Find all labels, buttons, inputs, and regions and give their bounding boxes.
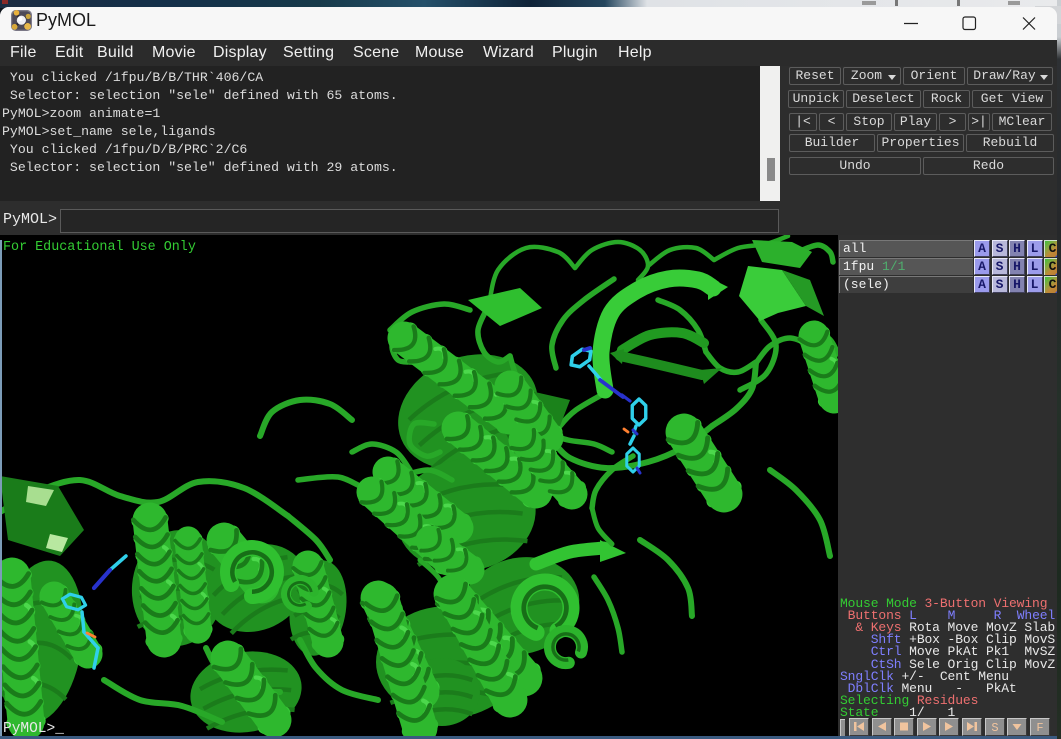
svg-text:PyMOL>_: PyMOL>_	[3, 721, 64, 736]
svg-text:S: S	[991, 721, 998, 734]
svg-text:For Educational Use Only: For Educational Use Only	[3, 240, 196, 255]
svg-text:F: F	[1036, 721, 1043, 734]
